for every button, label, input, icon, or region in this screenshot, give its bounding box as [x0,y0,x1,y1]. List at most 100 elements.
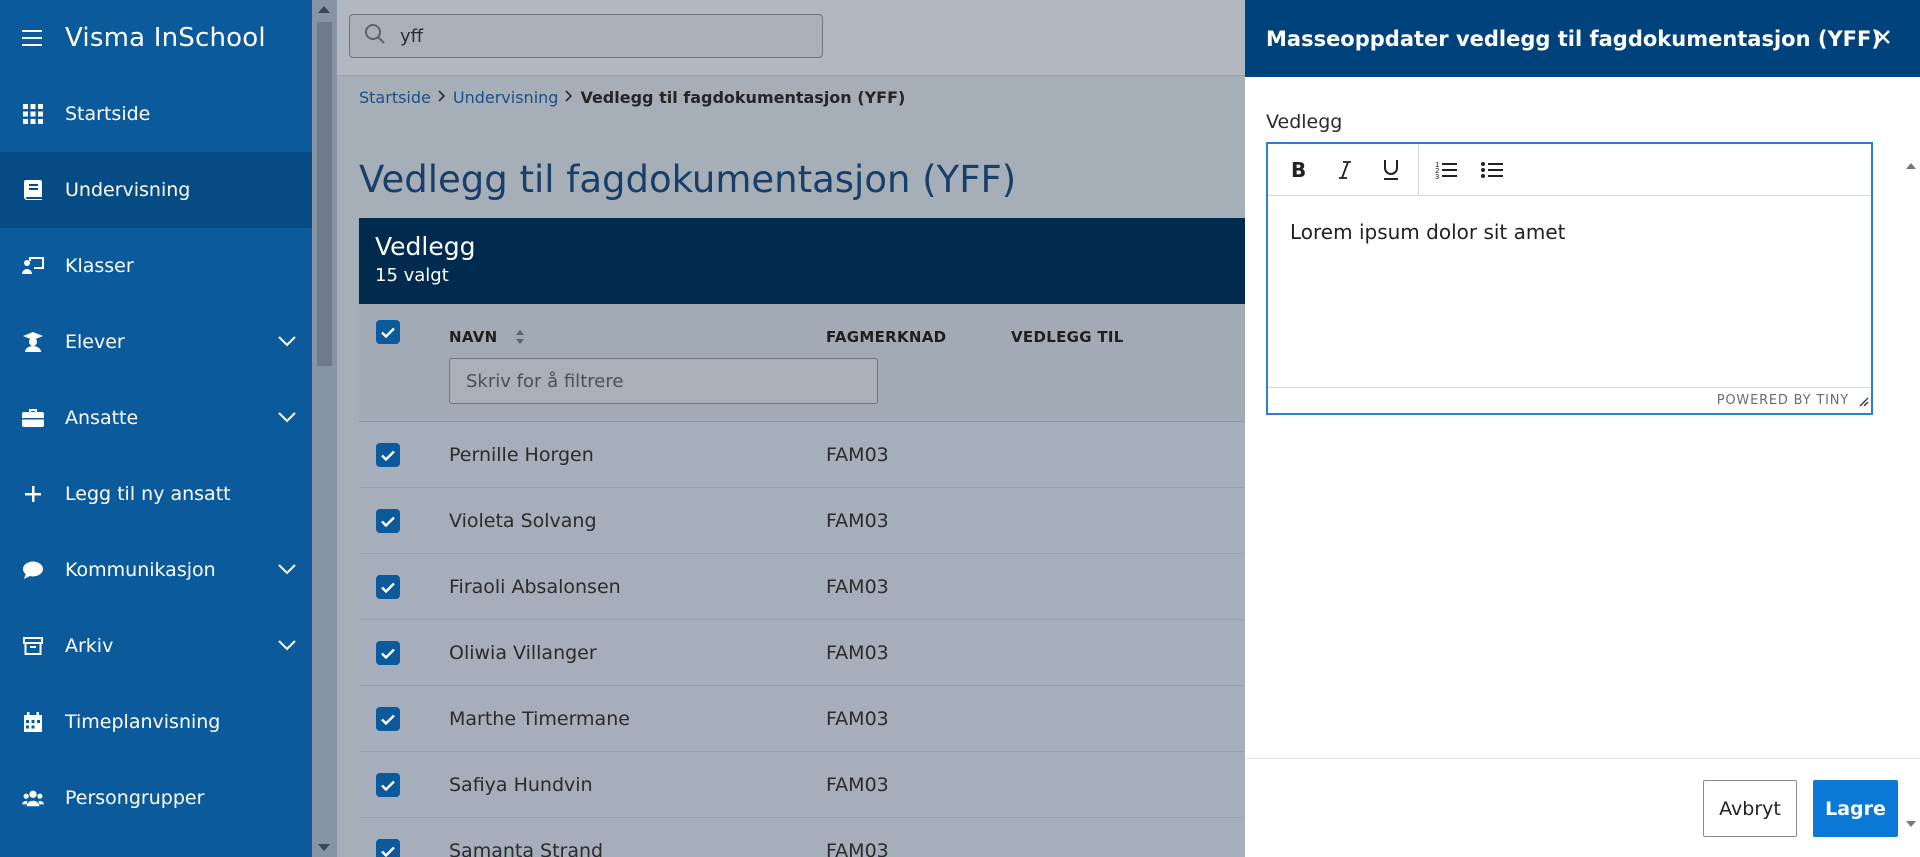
sidebar-item-label: Kommunikasjon [65,559,216,581]
name-filter-input[interactable] [449,358,878,404]
table-row[interactable]: Firaoli Absalonsen FAM03 [359,554,1245,620]
bullet-list-button[interactable] [1473,151,1511,189]
column-header-navn[interactable]: NAVN [449,328,525,346]
powered-by-tiny-link[interactable]: POWERED BY TINY [1717,393,1849,408]
cell-fagmerknad: FAM03 [826,642,889,664]
sidebar-item-startside[interactable]: Startside [0,76,312,152]
cell-name: Samanta Strand [449,840,604,857]
column-header-fagmerknad[interactable]: FAGMERKNAD [826,328,946,346]
sidebar-scrollbar[interactable] [312,0,337,857]
plus-icon [22,483,44,505]
chevron-down-icon[interactable] [278,408,296,427]
top-bar [337,0,1245,76]
drawer-title: Masseoppdater vedlegg til fagdokumentasj… [1266,26,1881,51]
chevron-right-icon [565,89,573,106]
grid-icon [22,103,44,125]
sidebar-item-klasser[interactable]: Klasser [0,228,312,304]
sidebar-item-arkiv[interactable]: Arkiv [0,608,312,684]
select-all-checkbox[interactable] [376,320,400,344]
rich-text-editor[interactable]: B 123 Lorem ipsum dolor sit amet POWERED… [1266,142,1873,415]
chevron-down-icon[interactable] [278,636,296,655]
numbered-list-button[interactable]: 123 [1427,151,1465,189]
cell-fagmerknad: FAM03 [826,840,889,857]
selected-count: 15 valgt [375,265,449,286]
breadcrumb-link-startside[interactable]: Startside [359,88,431,107]
editor-statusbar: POWERED BY TINY [1268,387,1871,413]
table-row[interactable]: Samanta Strand FAM03 [359,818,1245,857]
sidebar-item-legg-til-ny-ansatt[interactable]: Legg til ny ansatt [0,456,312,532]
attachments-table: Vedlegg 15 valgt NAVN FAGMERKNAD VEDLEGG… [359,218,1245,857]
row-checkbox[interactable] [376,575,400,599]
sidebar-item-label: Ansatte [65,407,139,429]
table-row[interactable]: Violeta Solvang FAM03 [359,488,1245,554]
cell-fagmerknad: FAM03 [826,708,889,730]
table-header-bar: Vedlegg 15 valgt [359,218,1245,304]
cell-name: Pernille Horgen [449,444,594,466]
breadcrumb-link-undervisning[interactable]: Undervisning [453,88,559,107]
bold-button[interactable]: B [1280,151,1318,189]
underline-button[interactable] [1372,151,1410,189]
sort-icon[interactable] [515,328,525,346]
archive-icon [22,635,44,657]
scroll-up-arrow-icon[interactable] [318,6,330,13]
cell-name: Firaoli Absalonsen [449,576,621,598]
column-header-vedlegg-til[interactable]: VEDLEGG TIL [1011,328,1124,346]
search-box[interactable] [349,14,823,58]
cell-fagmerknad: FAM03 [826,576,889,598]
cancel-button[interactable]: Avbryt [1703,780,1797,837]
mass-update-drawer: Masseoppdater vedlegg til fagdokumentasj… [1245,0,1920,857]
sidebar-item-label: Undervisning [65,179,191,201]
row-checkbox[interactable] [376,707,400,731]
drawer-header: Masseoppdater vedlegg til fagdokumentasj… [1245,0,1920,77]
table-row[interactable]: Marthe Timermane FAM03 [359,686,1245,752]
row-checkbox[interactable] [376,839,400,857]
main-content: Startside Undervisning Vedlegg til fagdo… [337,0,1245,857]
hamburger-menu-icon[interactable] [22,30,42,46]
field-label-vedlegg: Vedlegg [1266,111,1343,133]
column-header-label: NAVN [449,328,498,346]
sidebar-item-label: Startside [65,103,151,125]
sidebar-item-kommunikasjon[interactable]: Kommunikasjon [0,532,312,608]
resize-handle-icon[interactable] [1859,396,1869,411]
editor-toolbar: B 123 [1268,143,1871,196]
sidebar-item-label: Elever [65,331,125,353]
table-row[interactable]: Safiya Hundvin FAM03 [359,752,1245,818]
cell-fagmerknad: FAM03 [826,444,889,466]
table-row[interactable]: Oliwia Villanger FAM03 [359,620,1245,686]
row-checkbox[interactable] [376,641,400,665]
cell-name: Safiya Hundvin [449,774,593,796]
chevron-down-icon[interactable] [278,332,296,351]
sidebar-item-timeplanvisning[interactable]: Timeplanvisning [0,684,312,760]
save-button[interactable]: Lagre [1813,780,1898,837]
row-checkbox[interactable] [376,773,400,797]
chat-icon [22,559,44,581]
table-row[interactable]: Pernille Horgen FAM03 [359,422,1245,488]
sidebar-item-ansatte[interactable]: Ansatte [0,380,312,456]
scroll-up-arrow-icon[interactable] [1906,163,1916,169]
sidebar-item-elever[interactable]: Elever [0,304,312,380]
close-icon[interactable] [1870,24,1896,50]
italic-button[interactable] [1326,151,1364,189]
sidebar-item-undervisning[interactable]: Undervisning [0,152,312,228]
table-column-header: NAVN FAGMERKNAD VEDLEGG TIL [359,304,1245,422]
cell-fagmerknad: FAM03 [826,774,889,796]
svg-text:B: B [1291,160,1306,180]
drawer-scrollbar[interactable] [1906,157,1916,827]
row-checkbox[interactable] [376,443,400,467]
search-input[interactable] [400,25,800,47]
row-checkbox[interactable] [376,509,400,533]
drawer-footer: Avbryt Lagre [1245,758,1920,857]
scrollbar-thumb[interactable] [317,22,332,366]
cell-name: Marthe Timermane [449,708,630,730]
calendar-icon [22,711,44,733]
sidebar-item-persongrupper[interactable]: Persongrupper [0,760,312,836]
scroll-down-arrow-icon[interactable] [318,844,330,851]
chevron-down-icon[interactable] [278,560,296,579]
sidebar-item-label: Legg til ny ansatt [65,483,231,505]
sidebar-item-label: Timeplanvisning [65,711,221,733]
editor-content-area[interactable]: Lorem ipsum dolor sit amet [1268,196,1871,386]
cell-name: Violeta Solvang [449,510,597,532]
brand-bar: Visma InSchool [0,0,312,76]
breadcrumb: Startside Undervisning Vedlegg til fagdo… [359,88,905,107]
chevron-right-icon [438,89,446,106]
